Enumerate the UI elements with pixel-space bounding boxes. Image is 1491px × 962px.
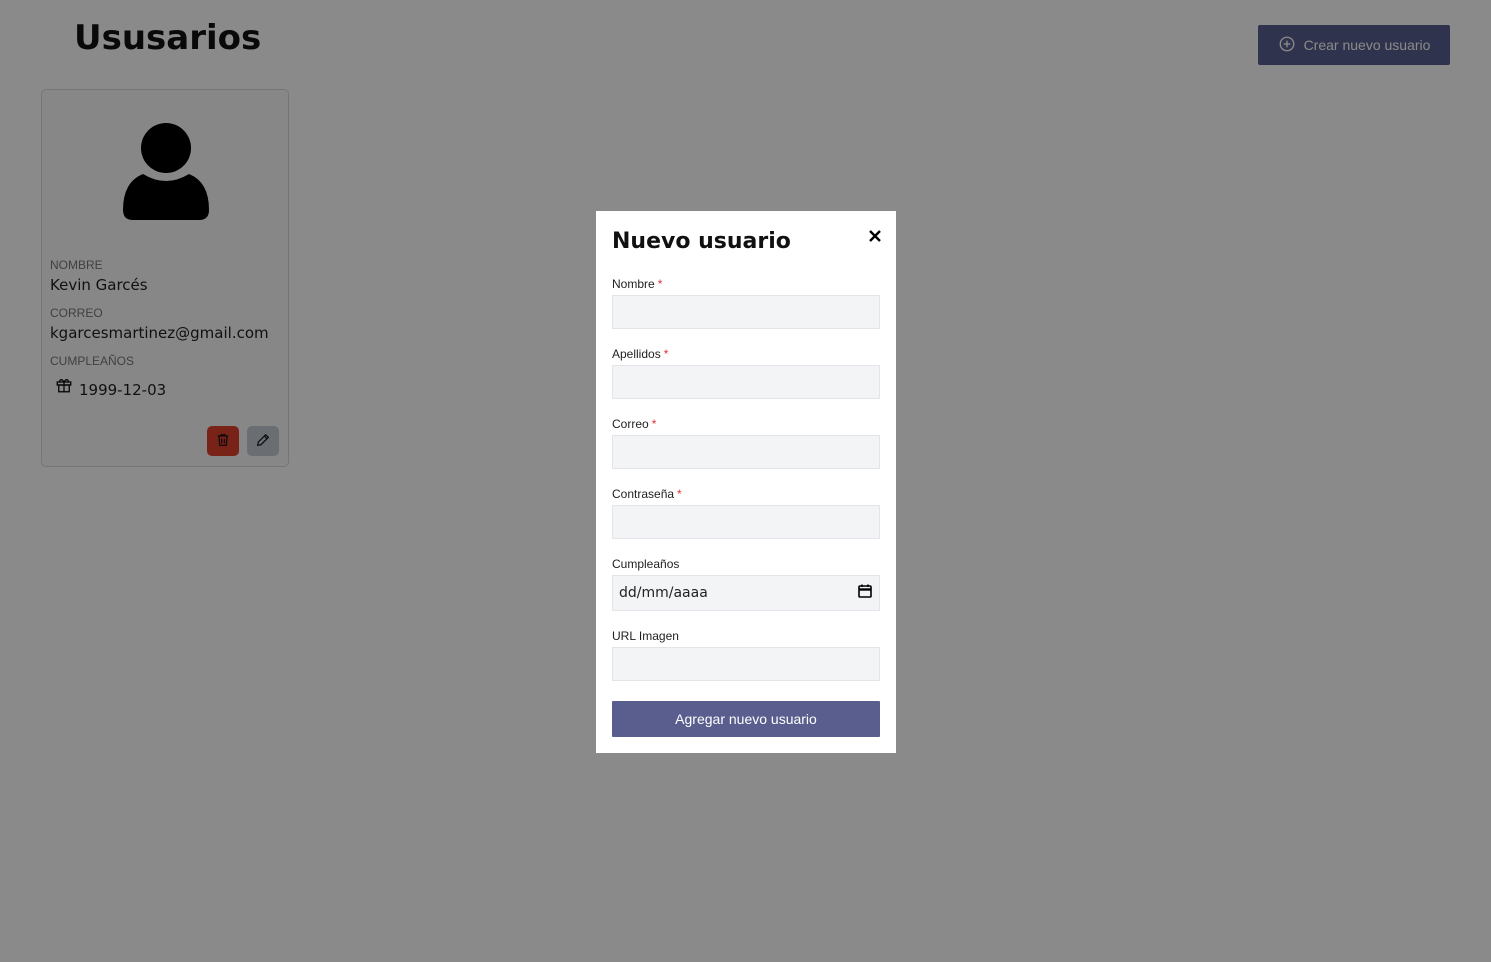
contrasena-label-text: Contraseña (612, 487, 675, 501)
correo-input[interactable] (612, 435, 880, 469)
nombre-label: Nombre * (612, 277, 662, 291)
new-user-modal: Nuevo usuario Nombre * Apellidos * Correo *… (596, 211, 896, 753)
apellidos-input[interactable] (612, 365, 880, 399)
url-imagen-label: URL Imagen (612, 629, 679, 643)
apellidos-label: Apellidos * (612, 347, 668, 361)
modal-title: Nuevo usuario (612, 229, 791, 254)
contrasena-label: Contraseña * (612, 487, 682, 501)
correo-label: Correo * (612, 417, 656, 431)
url-imagen-input[interactable] (612, 647, 880, 681)
nombre-input[interactable] (612, 295, 880, 329)
correo-label-text: Correo (612, 417, 649, 431)
required-marker: * (651, 417, 657, 431)
required-marker: * (663, 347, 669, 361)
close-modal-button[interactable] (864, 225, 886, 247)
apellidos-label-text: Apellidos (612, 347, 661, 361)
nombre-label-text: Nombre (612, 277, 655, 291)
contrasena-input[interactable] (612, 505, 880, 539)
required-marker: * (657, 277, 663, 291)
calendar-icon[interactable] (857, 583, 873, 603)
required-marker: * (677, 487, 682, 501)
cumpleanos-date-input[interactable]: dd/mm/aaaa (612, 575, 880, 611)
cumpleanos-label: Cumpleaños (612, 557, 680, 571)
close-icon (864, 230, 886, 250)
add-user-submit-button[interactable]: Agregar nuevo usuario (612, 701, 880, 737)
date-placeholder: dd/mm/aaaa (619, 585, 708, 601)
